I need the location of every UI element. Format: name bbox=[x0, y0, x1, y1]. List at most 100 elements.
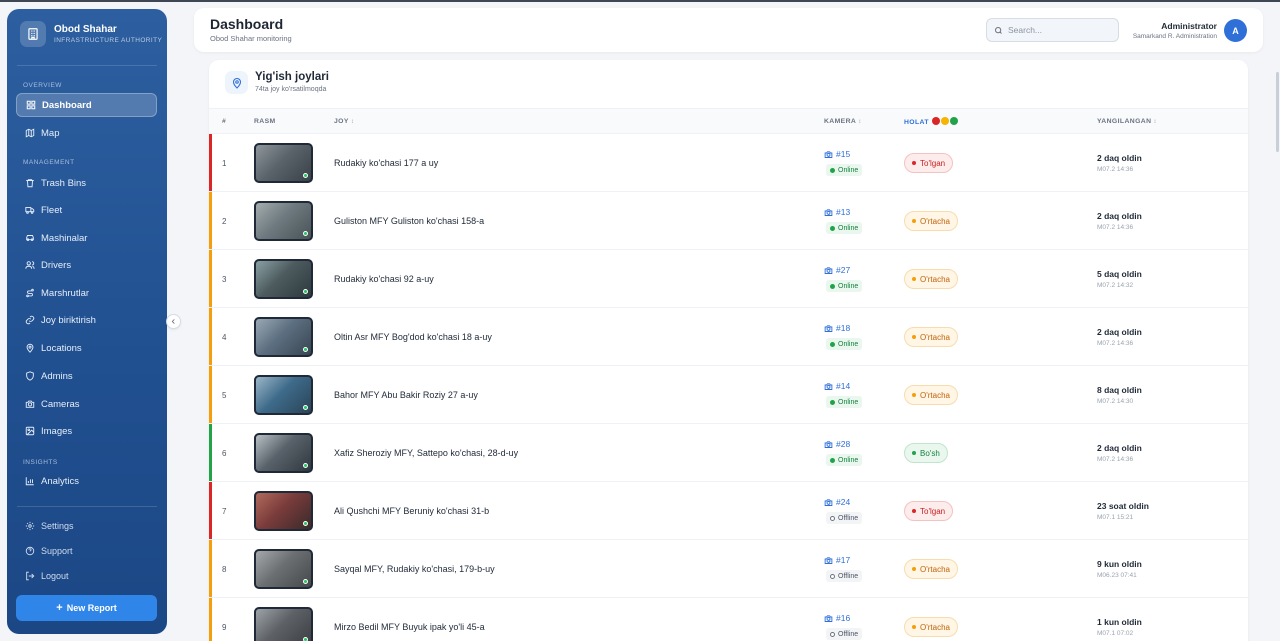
bin-thumbnail[interactable] bbox=[254, 201, 313, 241]
bin-thumbnail[interactable] bbox=[254, 549, 313, 589]
status-dot bbox=[830, 283, 835, 289]
sidebar-item-joy-biriktirish[interactable]: Joy biriktirish bbox=[16, 308, 157, 332]
search-box[interactable] bbox=[986, 18, 1119, 42]
location-address[interactable]: Ali Qushchi MFY Beruniy ko'chasi 31-b bbox=[334, 506, 489, 516]
status-dot bbox=[830, 225, 835, 231]
bin-thumbnail[interactable] bbox=[254, 143, 313, 183]
bin-thumbnail[interactable] bbox=[254, 491, 313, 531]
status-indicator-bar bbox=[209, 366, 212, 423]
location-address[interactable]: Xafiz Sheroziy MFY, Sattepo ko'chasi, 28… bbox=[334, 448, 518, 458]
collapse-sidebar-button[interactable] bbox=[166, 314, 181, 329]
sidebar-item-label: Map bbox=[41, 127, 60, 139]
fill-status-label: O'rtacha bbox=[920, 564, 950, 574]
fill-status-label: Bo'sh bbox=[920, 448, 940, 458]
sidebar-item-logout[interactable]: Logout bbox=[16, 564, 157, 588]
camera-link[interactable]: #14 bbox=[824, 381, 850, 391]
new-report-button[interactable]: + New Report bbox=[16, 595, 157, 621]
column-header-updated[interactable]: YANGILANGAN ↕ bbox=[1097, 118, 1157, 125]
camera-link[interactable]: #17 bbox=[824, 555, 850, 565]
status-dot bbox=[830, 457, 835, 463]
new-report-label: New Report bbox=[66, 603, 117, 613]
column-header-location[interactable]: JOY ↕ bbox=[334, 118, 354, 125]
table-row[interactable]: 5 Bahor MFY Abu Bakir Roziy 27 a-uy #14 Onl… bbox=[209, 366, 1248, 424]
camera-id: #14 bbox=[836, 381, 851, 391]
sidebar-item-dashboard[interactable]: Dashboard bbox=[16, 93, 157, 117]
brand-name: Obod Shahar bbox=[54, 24, 117, 35]
fill-status-label: O'rtacha bbox=[920, 332, 950, 342]
sidebar-item-admins[interactable]: Admins bbox=[16, 364, 157, 388]
updated-relative: 9 kun oldin bbox=[1097, 559, 1142, 569]
page-scrollbar[interactable] bbox=[1276, 72, 1279, 152]
fill-status-badge: O'rtacha bbox=[904, 385, 958, 405]
sidebar-item-images[interactable]: Images bbox=[16, 419, 157, 443]
location-address[interactable]: Bahor MFY Abu Bakir Roziy 27 a-uy bbox=[334, 390, 478, 400]
bin-thumbnail[interactable] bbox=[254, 317, 313, 357]
status-dot bbox=[830, 167, 835, 173]
camera-link[interactable]: #27 bbox=[824, 265, 850, 275]
bin-thumbnail[interactable] bbox=[254, 607, 313, 641]
sidebar-item-locations[interactable]: Locations bbox=[16, 336, 157, 360]
table-row[interactable]: 3 Rudakiy ko'chasi 92 a-uy #27 Online O'rtac… bbox=[209, 250, 1248, 308]
row-number: 3 bbox=[222, 275, 227, 284]
location-address[interactable]: Rudakiy ko'chasi 177 a uy bbox=[334, 158, 438, 168]
sidebar-item-support[interactable]: Support bbox=[16, 539, 157, 563]
camera-link[interactable]: #28 bbox=[824, 439, 850, 449]
bin-thumbnail[interactable] bbox=[254, 433, 313, 473]
fill-status-label: O'rtacha bbox=[920, 274, 950, 284]
camera-link[interactable]: #15 bbox=[824, 149, 850, 159]
sidebar-item-marshrutlar[interactable]: Marshrutlar bbox=[16, 281, 157, 305]
sidebar-item-fleet[interactable]: Fleet bbox=[16, 198, 157, 222]
row-number: 6 bbox=[222, 449, 227, 458]
sidebar-item-map[interactable]: Map bbox=[16, 121, 157, 145]
divider bbox=[17, 65, 157, 66]
camera-id: #28 bbox=[836, 439, 851, 449]
location-address[interactable]: Sayqal MFY, Rudakiy ko'chasi, 179-b-uy bbox=[334, 564, 495, 574]
table-row[interactable]: 8 Sayqal MFY, Rudakiy ko'chasi, 179-b-uy #… bbox=[209, 540, 1248, 598]
bin-thumbnail[interactable] bbox=[254, 375, 313, 415]
camera-status-badge: Online bbox=[826, 164, 863, 176]
updated-relative: 2 daq oldin bbox=[1097, 211, 1142, 221]
camera-link[interactable]: #13 bbox=[824, 207, 850, 217]
column-header-status[interactable]: HOLAT bbox=[904, 117, 959, 126]
status-dot bbox=[912, 451, 916, 455]
image-icon bbox=[24, 426, 35, 437]
row-number: 9 bbox=[222, 623, 227, 632]
map-icon bbox=[24, 128, 35, 139]
fill-status-badge: O'rtacha bbox=[904, 269, 958, 289]
table-row[interactable]: 1 Rudakiy ko'chasi 177 a uy #15 Online To'lg… bbox=[209, 134, 1248, 192]
column-header-camera[interactable]: KAMERA ↕ bbox=[824, 118, 862, 125]
location-address[interactable]: Mirzo Bedil MFY Buyuk ipak yo'li 45-a bbox=[334, 622, 485, 632]
avatar[interactable]: A bbox=[1224, 19, 1247, 42]
camera-link[interactable]: #16 bbox=[824, 613, 850, 623]
car-icon bbox=[24, 233, 35, 244]
camera-link[interactable]: #18 bbox=[824, 323, 850, 333]
camera-link[interactable]: #24 bbox=[824, 497, 850, 507]
online-dot bbox=[303, 347, 308, 352]
camera-icon bbox=[824, 150, 833, 158]
sidebar-item-label: Locations bbox=[41, 342, 82, 354]
camera-status-label: Online bbox=[838, 340, 859, 348]
sidebar-item-drivers[interactable]: Drivers bbox=[16, 253, 157, 277]
status-dot bbox=[830, 573, 835, 579]
table-row[interactable]: 9 Mirzo Bedil MFY Buyuk ipak yo'li 45-a #1… bbox=[209, 598, 1248, 641]
sidebar-item-label: Joy biriktirish bbox=[41, 314, 96, 326]
search-input[interactable] bbox=[1008, 25, 1108, 35]
divider bbox=[17, 506, 157, 507]
sidebar-item-cameras[interactable]: Cameras bbox=[16, 392, 157, 416]
sidebar-item-settings[interactable]: Settings bbox=[16, 514, 157, 538]
status-dot bbox=[912, 567, 916, 571]
table-row[interactable]: 4 Oltin Asr MFY Bog'dod ko'chasi 18 a-uy #… bbox=[209, 308, 1248, 366]
table-row[interactable]: 6 Xafiz Sheroziy MFY, Sattepo ko'chasi, 2… bbox=[209, 424, 1248, 482]
sidebar-item-analytics[interactable]: Analytics bbox=[16, 469, 157, 493]
bin-thumbnail[interactable] bbox=[254, 259, 313, 299]
updated-timestamp: M07.2 14:36 bbox=[1097, 340, 1134, 347]
sidebar-item-trash-bins[interactable]: Trash Bins bbox=[16, 171, 157, 195]
sidebar-item-mashinalar[interactable]: Mashinalar bbox=[16, 226, 157, 250]
location-address[interactable]: Rudakiy ko'chasi 92 a-uy bbox=[334, 274, 434, 284]
location-address[interactable]: Guliston MFY Guliston ko'chasi 158-a bbox=[334, 216, 484, 226]
table-row[interactable]: 7 Ali Qushchi MFY Beruniy ko'chasi 31-b #2… bbox=[209, 482, 1248, 540]
status-dot bbox=[912, 161, 916, 165]
location-address[interactable]: Oltin Asr MFY Bog'dod ko'chasi 18 a-uy bbox=[334, 332, 492, 342]
updated-relative: 8 daq oldin bbox=[1097, 385, 1142, 395]
table-row[interactable]: 2 Guliston MFY Guliston ko'chasi 158-a #13… bbox=[209, 192, 1248, 250]
